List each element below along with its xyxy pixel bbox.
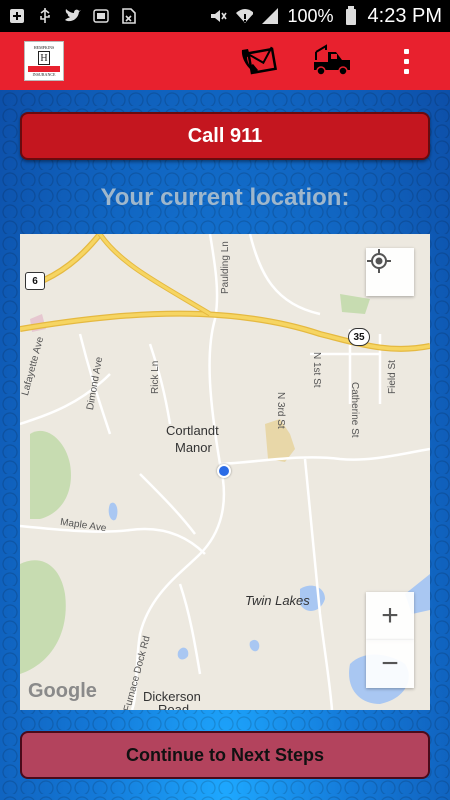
signal-icon xyxy=(261,7,279,25)
logo-bottom-text: INSURANCE xyxy=(32,72,56,77)
overflow-dot xyxy=(403,58,409,64)
call-911-button[interactable]: Call 911 xyxy=(20,112,430,160)
plus-icon: + xyxy=(381,599,399,632)
overflow-dot xyxy=(403,68,409,74)
plus-box-icon xyxy=(8,7,26,25)
street-label: Catherine St xyxy=(349,382,360,438)
logo-letter: H xyxy=(38,51,50,65)
status-time: 4:23 PM xyxy=(367,4,442,27)
route-35-shield: 35 xyxy=(348,328,370,346)
street-label: N 3rd St xyxy=(275,392,286,429)
minus-icon: − xyxy=(381,647,399,680)
status-right: 100% 4:23 PM xyxy=(209,5,442,28)
place-label-manor: Manor xyxy=(175,440,212,455)
tow-truck-button[interactable] xyxy=(312,41,352,81)
google-attribution: Google xyxy=(28,680,97,702)
street-label: Rick Ln xyxy=(150,360,161,394)
phone-mail-icon xyxy=(241,46,277,75)
current-location-dot xyxy=(217,464,231,478)
overflow-dot xyxy=(403,48,409,54)
battery-box-icon xyxy=(92,7,110,25)
app-actions xyxy=(238,41,426,81)
street-label: Field St xyxy=(387,360,398,394)
location-title: Your current location: xyxy=(100,184,350,211)
sim-off-icon xyxy=(120,7,138,25)
battery-percent: 100% xyxy=(287,5,334,26)
route-6-shield: 6 xyxy=(25,272,45,290)
mute-icon xyxy=(209,7,228,25)
continue-next-steps-button[interactable]: Continue to Next Steps xyxy=(20,731,430,779)
app-bar: HEMPKINS H INSURANCE xyxy=(0,32,450,90)
phone-mail-button[interactable] xyxy=(238,41,278,81)
my-location-button[interactable] xyxy=(366,248,414,296)
usb-icon xyxy=(36,7,54,25)
logo-top-text: HEMPKINS xyxy=(33,45,55,50)
place-label-twin-lakes: Twin Lakes xyxy=(245,593,310,608)
battery-icon xyxy=(342,6,360,25)
status-left xyxy=(8,7,138,25)
app-logo[interactable]: HEMPKINS H INSURANCE xyxy=(24,41,64,81)
crosshair-icon xyxy=(367,249,391,273)
zoom-out-button[interactable]: − xyxy=(366,640,414,688)
street-label: Paulding Ln xyxy=(220,241,231,294)
overflow-menu-button[interactable] xyxy=(386,41,426,81)
place-label-cortlandt: Cortlandt xyxy=(166,423,219,438)
map-view[interactable]: 6 35 Paulding Ln Lafayette Ave Dimond Av… xyxy=(20,234,430,710)
tow-truck-icon xyxy=(314,44,350,76)
twitter-icon xyxy=(64,7,82,25)
wifi-icon xyxy=(235,7,254,25)
zoom-in-button[interactable]: + xyxy=(366,592,414,640)
place-label-dickerson-road: Road xyxy=(158,702,190,710)
street-label: N 1st St xyxy=(311,352,322,388)
status-bar: 100% 4:23 PM xyxy=(0,0,450,32)
